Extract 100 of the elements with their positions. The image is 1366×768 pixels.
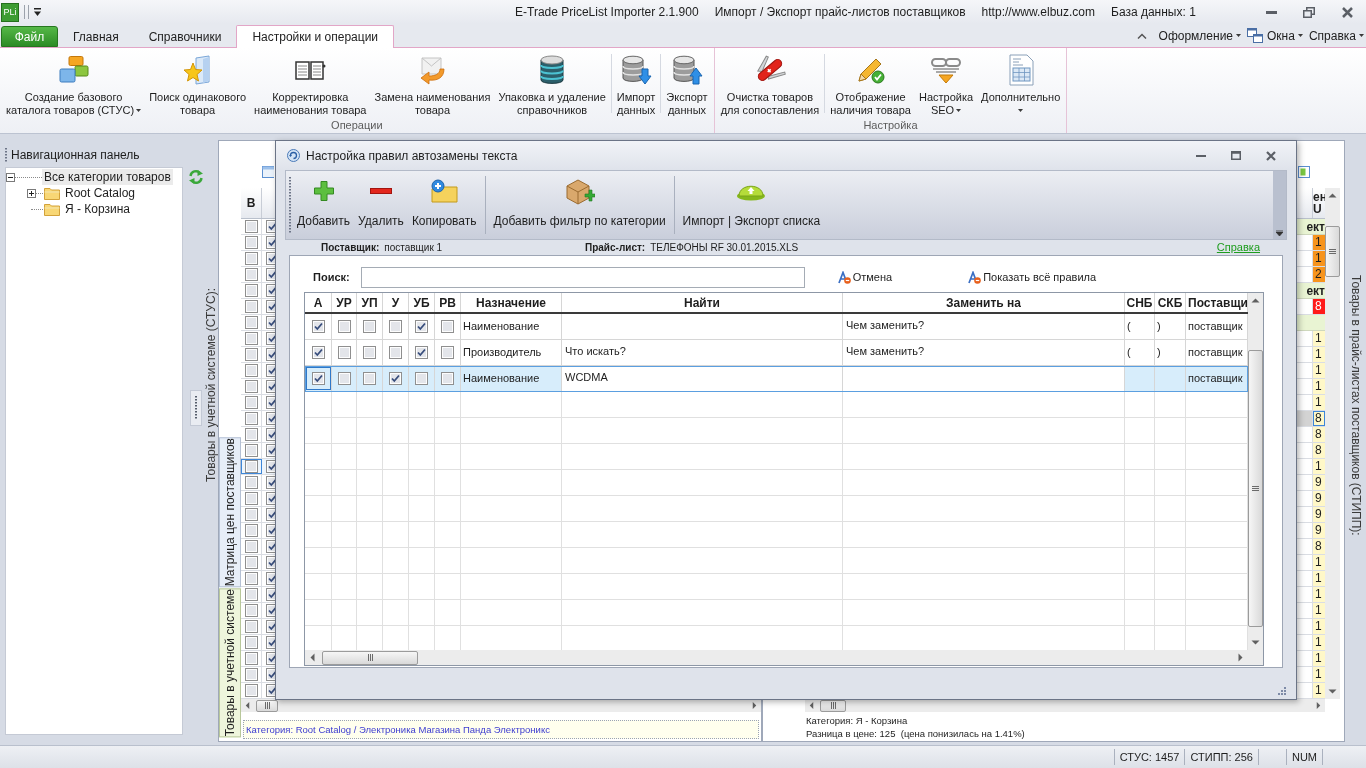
checkbox[interactable] [244,236,258,249]
checkbox[interactable] [415,346,428,359]
column-header[interactable]: Заменить на [843,293,1125,312]
checkbox[interactable] [244,476,258,489]
checkbox[interactable] [244,684,258,697]
checkbox[interactable] [244,284,258,297]
checkbox[interactable] [244,252,258,265]
checkbox[interactable] [389,320,402,333]
checkbox[interactable] [244,508,258,521]
checkbox[interactable] [415,320,428,333]
scrollbar-thumb[interactable] [256,699,278,712]
checkbox[interactable] [244,348,258,361]
caret-icon[interactable] [1359,34,1364,37]
column-header[interactable]: А [305,293,332,312]
search-field[interactable] [360,266,805,288]
group-row[interactable]: ект [1297,283,1325,299]
checkbox[interactable] [244,428,258,441]
checkbox[interactable] [244,220,258,233]
checkbox[interactable] [337,320,351,333]
column-header[interactable]: У [383,293,409,312]
close-icon[interactable] [1265,150,1276,161]
checkbox[interactable] [244,652,258,665]
checkbox[interactable] [244,540,258,553]
table-row[interactable]: Наименование WCDMA поставщик [305,366,1248,392]
caret-icon[interactable] [1018,109,1024,112]
minimize-icon[interactable] [1195,154,1206,157]
checkbox[interactable] [441,320,454,333]
checkbox[interactable] [389,346,402,359]
ribbon-tab[interactable]: Справочники [133,26,237,47]
column-header[interactable]: РВ [435,293,461,312]
column-header[interactable]: Назначение [461,293,562,312]
tree-item[interactable]: Root Catalog [63,185,138,201]
ribbon-button[interactable]: Поиск одинакового товара [145,48,251,119]
checkbox[interactable] [441,372,454,385]
action-button[interactable]: Отмена [837,268,893,286]
checkbox[interactable] [441,346,454,359]
checkbox[interactable] [244,572,258,585]
checkbox[interactable] [244,604,258,617]
minus-box-icon[interactable] [6,172,15,182]
caret-icon[interactable] [1236,34,1242,37]
checkbox[interactable] [311,372,325,385]
checkbox[interactable] [244,524,258,537]
checkbox[interactable] [363,372,376,385]
resize-grip-icon[interactable] [1278,687,1286,695]
menu-button[interactable]: Окна [1267,26,1303,45]
checkbox[interactable] [311,320,325,333]
ribbon-button[interactable]: Корректировка наименования товара [250,48,371,119]
splitter-handle[interactable] [190,390,202,426]
caret-icon[interactable] [34,8,41,16]
menu-button[interactable]: Справка [1308,26,1364,45]
plus-box-icon[interactable] [27,188,36,198]
checkbox[interactable] [363,320,376,333]
checkbox[interactable] [244,556,258,569]
checkbox[interactable] [244,492,258,505]
checkbox[interactable] [244,300,258,313]
action-button[interactable]: Показать всё правила [968,268,1097,286]
ribbon-tab[interactable]: Главная [58,26,134,47]
checkbox[interactable] [244,268,258,281]
menu-button[interactable]: Оформление [1158,26,1242,45]
ribbon-button[interactable]: Создание базового каталога товаров (СТУС) [2,48,146,119]
column-header[interactable]: УП [357,293,383,312]
checkbox[interactable] [245,460,258,473]
group-row[interactable]: ект [1297,219,1325,235]
scrollbar-thumb[interactable] [1248,350,1263,627]
column-header[interactable]: УБ [409,293,435,312]
checkbox[interactable] [244,668,258,681]
checkbox[interactable] [337,346,351,359]
caret-icon[interactable] [1297,34,1303,37]
checkbox[interactable] [244,588,258,601]
checkbox[interactable] [244,636,258,649]
tree-item[interactable]: Все категории товаров [42,169,173,185]
side-tab[interactable]: Товары в учетной системе [219,587,241,737]
tree-item[interactable]: Я - Корзина [63,201,133,217]
checkbox[interactable] [337,372,351,385]
ribbon-button[interactable]: Настройка SEO [914,48,978,119]
column-header[interactable]: СНБ [1125,293,1155,312]
column-header[interactable]: Найти [562,293,843,312]
caret-icon[interactable] [956,109,962,112]
checkbox[interactable] [415,372,428,385]
toolbar-button[interactable]: Импорт | Экспорт списка [679,171,824,239]
toolbar-button[interactable]: Добавить [294,171,354,239]
ribbon-button[interactable]: Упаковка и удаление справочников [494,48,610,119]
checkbox[interactable] [389,372,402,385]
ribbon-button[interactable]: Замена наименования товара [370,48,495,119]
ribbon-button[interactable]: Импорт данных [612,48,660,119]
checkbox[interactable] [244,620,258,633]
toolbar-button[interactable]: Удалить [355,171,407,239]
toolbar-button[interactable]: Добавить фильтр по категории [490,171,669,239]
chevron-down-icon[interactable] [1276,230,1283,236]
side-tab[interactable]: Матрица цен поставщиков [219,437,241,588]
scrollbar-thumb[interactable] [322,650,418,665]
scrollbar-thumb[interactable] [1325,226,1340,277]
restore-icon[interactable] [1303,6,1315,18]
maximize-icon[interactable] [1230,151,1241,160]
checkbox[interactable] [244,316,258,329]
checkbox[interactable] [244,332,258,345]
column-header[interactable]: УР [332,293,357,312]
ribbon-button[interactable]: Отображение наличия товара [826,48,915,119]
ribbon-button[interactable]: Дополнительно [977,48,1065,119]
checkbox[interactable] [244,412,258,425]
